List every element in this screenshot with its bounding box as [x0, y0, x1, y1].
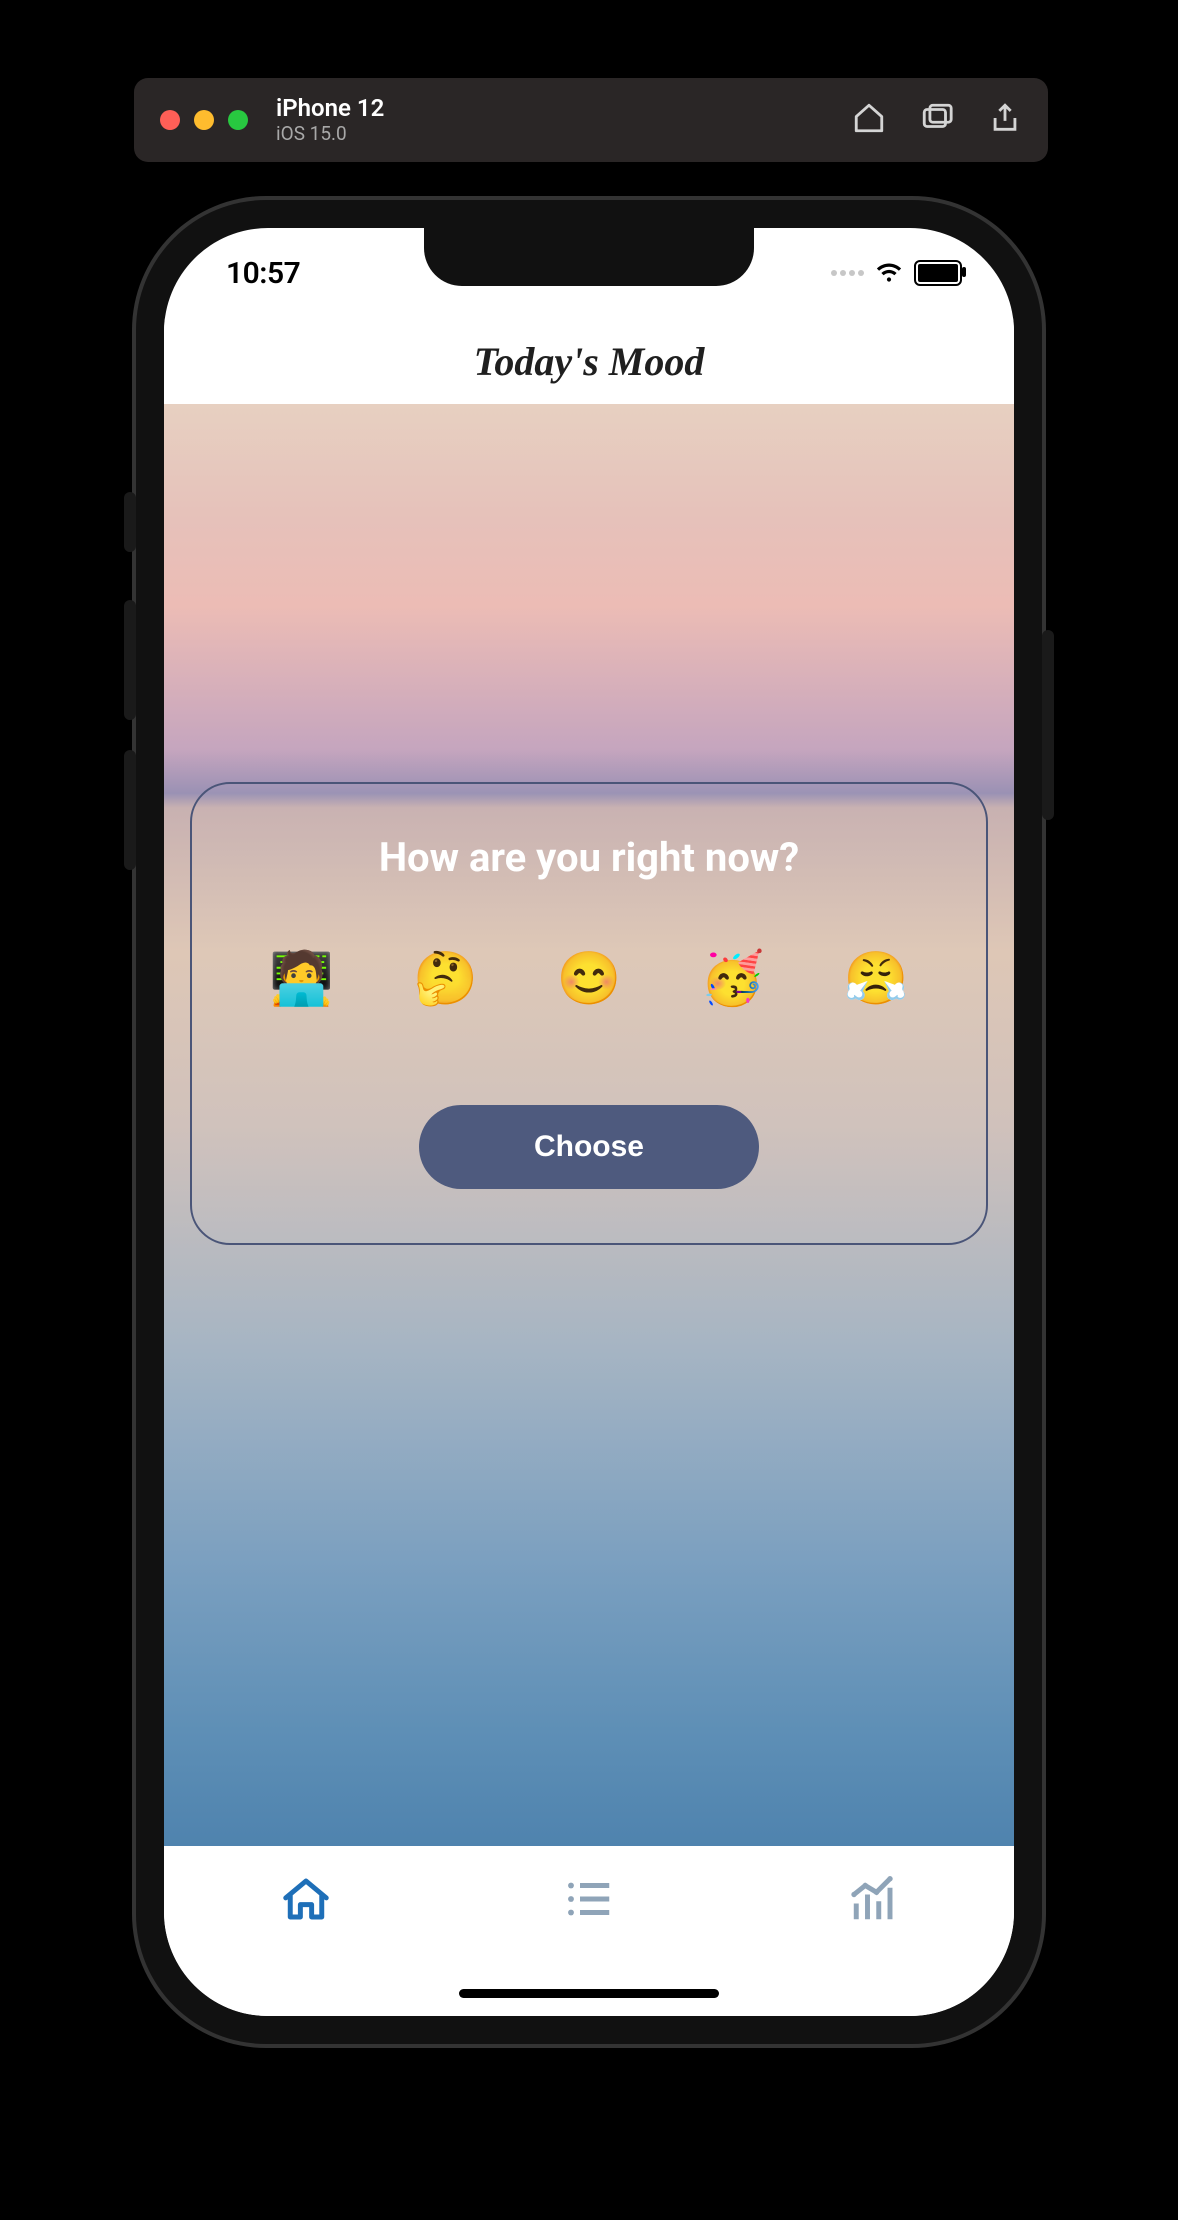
simulator-device-info: iPhone 12 iOS 15.0: [276, 95, 384, 144]
mood-prompt: How are you right now?: [220, 834, 958, 881]
mood-option-frustrated[interactable]: 😤: [844, 953, 909, 1005]
home-indicator[interactable]: [459, 1989, 719, 1998]
stats-icon: [845, 1872, 899, 1926]
mood-option-celebrating[interactable]: 🥳: [700, 953, 765, 1005]
minimize-window-button[interactable]: [194, 110, 214, 130]
mood-card: How are you right now? 🧑‍💻 🤔 😊 🥳 😤 Choos…: [190, 782, 988, 1245]
zoom-window-button[interactable]: [228, 110, 248, 130]
volume-down-button: [124, 750, 136, 870]
navigation-bar: Today's Mood: [164, 318, 1014, 404]
device-screen: 10:57 Today's Mood How are you right now…: [164, 228, 1014, 2016]
content-background: How are you right now? 🧑‍💻 🤔 😊 🥳 😤 Choos…: [164, 404, 1014, 1846]
simulator-home-icon[interactable]: [852, 101, 886, 139]
window-controls: [160, 110, 248, 130]
mood-options-row: 🧑‍💻 🤔 😊 🥳 😤: [220, 953, 958, 1005]
power-button: [1042, 630, 1054, 820]
cellular-signal-icon: [831, 270, 864, 276]
mood-option-thinking[interactable]: 🤔: [413, 953, 478, 1005]
wifi-icon: [874, 256, 904, 290]
home-icon: [279, 1872, 333, 1926]
close-window-button[interactable]: [160, 110, 180, 130]
tab-home[interactable]: [279, 1872, 333, 1930]
simulator-device-name: iPhone 12: [276, 95, 384, 123]
device-frame: 10:57 Today's Mood How are you right now…: [136, 200, 1042, 2044]
tab-stats[interactable]: [845, 1872, 899, 1930]
simulator-screenshot-icon[interactable]: [920, 101, 954, 139]
mute-switch: [124, 492, 136, 552]
list-icon: [562, 1872, 616, 1926]
simulator-titlebar: iPhone 12 iOS 15.0: [134, 78, 1048, 162]
device-notch: [424, 228, 754, 286]
mood-option-happy[interactable]: 😊: [557, 953, 622, 1005]
simulator-os-version: iOS 15.0: [276, 123, 384, 145]
battery-icon: [914, 260, 962, 286]
mood-option-working[interactable]: 🧑‍💻: [269, 953, 334, 1005]
volume-up-button: [124, 600, 136, 720]
status-time: 10:57: [226, 256, 300, 291]
tab-list[interactable]: [562, 1872, 616, 1930]
page-title: Today's Mood: [474, 338, 705, 385]
simulator-share-icon[interactable]: [988, 101, 1022, 139]
choose-button[interactable]: Choose: [419, 1105, 759, 1189]
